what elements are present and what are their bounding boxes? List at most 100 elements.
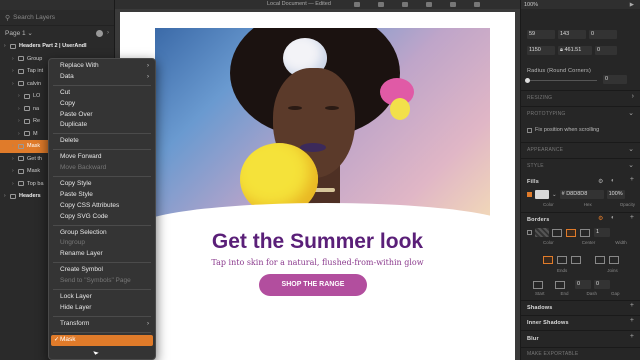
prototyping-header[interactable]: PROTOTYPING	[527, 111, 566, 117]
menu-separator	[53, 315, 151, 317]
add-shadow-icon[interactable]: +	[630, 302, 634, 309]
menu-item-rename-layer[interactable]: Rename Layer	[49, 249, 155, 260]
add-blur-icon[interactable]: +	[630, 333, 634, 340]
menu-item-group-selection[interactable]: Group Selection	[49, 228, 155, 239]
page-selector[interactable]: Page 1 ⌄ ›	[0, 26, 114, 40]
menu-item-hide-layer[interactable]: Hide Layer	[49, 303, 155, 314]
add-fill-icon[interactable]: +	[630, 176, 634, 183]
left-titlebar	[0, 0, 114, 10]
border-inside-icon[interactable]	[552, 228, 562, 237]
end-round-icon[interactable]	[557, 256, 567, 264]
fill-color-swatch[interactable]	[535, 190, 549, 199]
menu-item-data[interactable]: Data ›	[49, 72, 155, 83]
gap-field[interactable]: 0	[594, 280, 610, 289]
menu-item-label: Rename Layer	[60, 250, 103, 258]
rotation-field[interactable]: 0	[589, 30, 617, 39]
fill-settings-icon[interactable]: ⚙︎	[598, 178, 603, 185]
flip-field[interactable]: 0	[595, 46, 617, 55]
border-options-icon[interactable]: ◐	[611, 215, 615, 221]
end-label: End	[560, 291, 569, 296]
add-inner-shadow-icon[interactable]: +	[630, 317, 634, 324]
inspector-topbar: 100% ▶	[521, 0, 640, 9]
x-position-field[interactable]: 59	[527, 30, 555, 39]
chevron-down-icon[interactable]: ⌄	[628, 161, 634, 169]
border-outside-icon[interactable]	[580, 228, 590, 237]
chevron-right-icon[interactable]: ›	[632, 93, 634, 100]
menu-item-replace-with[interactable]: Replace With ›	[49, 61, 155, 72]
menu-item-copy[interactable]: Copy	[49, 99, 155, 110]
menu-item-paste-over[interactable]: Paste Over	[49, 110, 155, 121]
yellow-flower-small	[390, 98, 410, 120]
menu-item-copy-svg-code[interactable]: Copy SVG Code	[49, 212, 155, 223]
toolbar-icon-5[interactable]	[450, 2, 456, 7]
menu-item-duplicate[interactable]: Duplicate	[49, 120, 155, 131]
menu-item-copy-css-attributes[interactable]: Copy CSS Attributes	[49, 201, 155, 212]
height-field[interactable]: 🔒︎ 461.51	[558, 46, 592, 55]
menu-item-ungroup: Ungroup	[49, 238, 155, 249]
width-field[interactable]: 1150	[527, 46, 555, 55]
join-round-icon[interactable]	[609, 256, 619, 264]
add-page-icon[interactable]	[96, 29, 103, 37]
end-butt-icon[interactable]	[543, 256, 553, 264]
toolbar-icon-3[interactable]	[402, 2, 408, 7]
lock-icon[interactable]: 🔒︎	[560, 47, 563, 53]
radius-field[interactable]: 0	[603, 75, 627, 84]
chevron-down-icon[interactable]: ⌄	[628, 145, 634, 153]
menu-item-transform[interactable]: Transform ›	[49, 319, 155, 330]
border-color-swatch[interactable]	[535, 228, 549, 237]
menu-item-move-backward: Move Backward	[49, 163, 155, 174]
chevron-down-icon[interactable]: ⌄	[628, 109, 634, 117]
menu-item-label: Send to "Symbols" Page	[60, 277, 131, 285]
fill-enabled-checkbox[interactable]	[527, 192, 532, 197]
search-layers-field[interactable]: ⚲ Search Layers	[0, 10, 114, 26]
arrow-end-icon[interactable]	[555, 280, 565, 289]
menu-item-move-forward[interactable]: Move Forward	[49, 152, 155, 163]
resizing-header[interactable]: RESIZING	[527, 95, 552, 101]
fix-position-checkbox[interactable]	[527, 127, 532, 133]
border-width-field[interactable]: 1	[594, 228, 610, 237]
border-settings-icon[interactable]: ⚙︎	[598, 215, 603, 222]
end-square-icon[interactable]	[571, 256, 581, 264]
menu-item-paste-style[interactable]: Paste Style	[49, 190, 155, 201]
chevron-down-icon[interactable]: ⌄	[552, 192, 557, 198]
play-icon[interactable]: ▶	[630, 2, 634, 8]
border-enabled-checkbox[interactable]	[527, 230, 532, 235]
menu-item-delete[interactable]: Delete	[49, 136, 155, 147]
toolbar-icon-1[interactable]	[354, 2, 360, 7]
menu-item-create-symbol[interactable]: Create Symbol	[49, 265, 155, 276]
zoom-level[interactable]: 100%	[524, 2, 538, 8]
radius-slider-knob[interactable]	[525, 78, 530, 83]
fill-opacity-field[interactable]: 100%	[606, 190, 625, 199]
menu-separator	[53, 84, 151, 86]
add-border-icon[interactable]: +	[630, 214, 634, 221]
radius-slider[interactable]	[525, 78, 597, 83]
page-label: Page 1	[5, 30, 26, 37]
appearance-header[interactable]: APPEARANCE	[527, 147, 563, 153]
hero-image[interactable]	[155, 28, 490, 223]
style-header[interactable]: STYLE	[527, 163, 544, 169]
make-exportable-header[interactable]: MAKE EXPORTABLE	[527, 351, 578, 357]
subheadline[interactable]: Tap into skin for a natural, flushed-fro…	[120, 258, 515, 267]
menu-item-lock-layer[interactable]: Lock Layer	[49, 292, 155, 303]
menu-item-copy-style[interactable]: Copy Style	[49, 179, 155, 190]
fill-hex-field[interactable]: # D8D8D8	[559, 190, 604, 199]
dash-field[interactable]: 0	[575, 280, 591, 289]
fill-options-icon[interactable]: ◐	[611, 178, 615, 184]
chevron-right-icon[interactable]: ›	[107, 30, 109, 37]
shop-the-range-button[interactable]: SHOP THE RANGE	[259, 274, 367, 296]
toolbar-icon-4[interactable]	[426, 2, 432, 7]
menu-item-mask[interactable]: ✓ Mask	[51, 334, 153, 346]
artboard[interactable]: Get the Summer look Tap into skin for a …	[120, 12, 515, 360]
canvas[interactable]: Get the Summer look Tap into skin for a …	[115, 9, 520, 360]
y-position-field[interactable]: 143	[558, 30, 586, 39]
arrow-start-icon[interactable]	[533, 280, 543, 289]
headline[interactable]: Get the Summer look	[120, 230, 515, 254]
border-center-icon[interactable]	[566, 228, 576, 237]
toolbar-icon-2[interactable]	[378, 2, 384, 7]
toolbar-icon-6[interactable]	[474, 2, 480, 7]
menu-item-cut[interactable]: Cut	[49, 88, 155, 99]
menu-item-label: Paste Over	[60, 110, 93, 118]
layer-row[interactable]: › Headers Part 2 | UserAndI	[0, 40, 114, 53]
layer-label: Top ba	[27, 180, 44, 187]
join-miter-icon[interactable]	[595, 256, 605, 264]
